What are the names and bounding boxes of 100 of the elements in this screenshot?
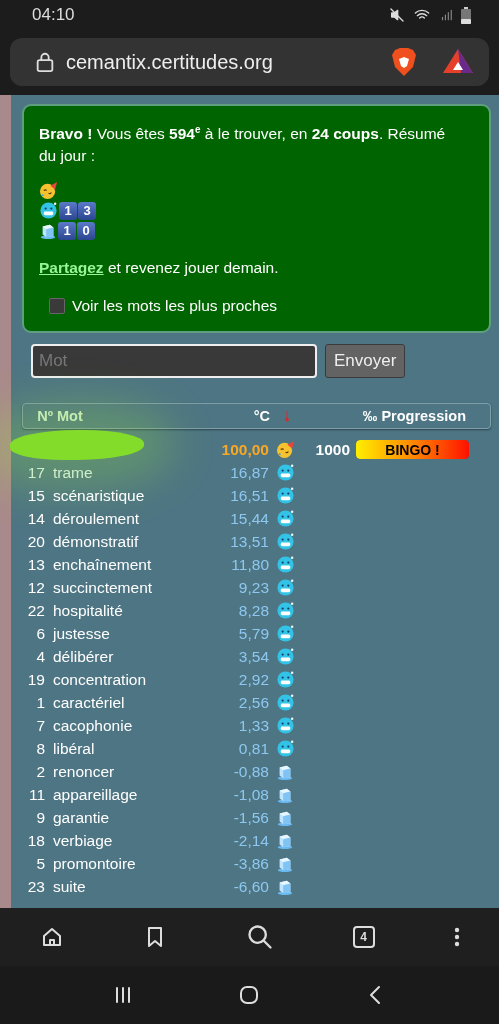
guess-word: cacophonie [53, 716, 134, 735]
guess-number: 23 [26, 877, 46, 896]
tabs-button[interactable]: 4 [352, 926, 375, 948]
guess-number: 1 [35, 693, 46, 712]
cold-face-icon [275, 716, 295, 735]
guess-word: promontoire [53, 854, 137, 873]
battery-icon [461, 6, 471, 24]
guess-number: 18 [26, 831, 46, 850]
temperature: -1,56 [232, 808, 269, 827]
guess-word: verbiage [53, 831, 114, 850]
temperature: -0,88 [232, 762, 269, 781]
column-header: Mot [57, 408, 84, 424]
guess-word: déroulement [53, 509, 141, 528]
temperature: 0,81 [237, 739, 269, 758]
guess-number: 20 [26, 532, 46, 551]
guess-number: 14 [26, 509, 46, 528]
temperature: 15,44 [229, 509, 269, 528]
word-input[interactable]: Mot [31, 344, 317, 378]
checkbox-label[interactable]: Voir les mots les plus proches [72, 295, 278, 317]
guess-word: caractériel [53, 693, 126, 712]
cold-face-icon [275, 509, 295, 528]
temperature: 16,87 [229, 463, 269, 482]
cold-face-icon [275, 555, 295, 574]
cold-face-icon [275, 532, 295, 551]
search-icon[interactable] [245, 923, 274, 951]
share-text: et revenez jouer demain. [106, 259, 279, 276]
party-face-icon [39, 181, 58, 200]
more-icon[interactable] [453, 927, 460, 947]
temperature: 2,92 [237, 670, 269, 689]
cold-face-icon [275, 670, 295, 689]
guess-number: 8 [35, 739, 46, 758]
guess-number: 15 [26, 486, 46, 505]
digit-key: 1 [58, 221, 76, 240]
guess-word: concentration [53, 670, 148, 689]
digit-key: 1 [59, 201, 77, 220]
cold-face-icon [275, 486, 295, 505]
temperature: 8,28 [237, 601, 269, 620]
guess-word: justesse [53, 624, 111, 643]
guess-word: appareillage [53, 785, 139, 804]
signal-icon [439, 7, 453, 23]
send-button[interactable]: Envoyer [325, 344, 406, 378]
digit-key: 0 [77, 221, 95, 240]
guess-word: démonstratif [53, 532, 140, 551]
guess-word: trame [53, 463, 94, 482]
guess-number: 22 [26, 601, 46, 620]
digit-key: 3 [78, 201, 96, 220]
temperature: -3,86 [232, 854, 269, 873]
temperature: 3,54 [237, 647, 269, 666]
temperature: 9,23 [237, 578, 269, 597]
temperature: -2,14 [232, 831, 269, 850]
guess-number: 4 [35, 647, 46, 666]
temperature: -1,08 [232, 785, 269, 804]
temperature: -6,60 [232, 877, 269, 896]
cold-face-icon [275, 624, 295, 643]
guess-word: garantie [53, 808, 110, 827]
temperature: 13,51 [229, 532, 269, 551]
lock-icon [34, 51, 56, 73]
guess-number: 12 [26, 578, 46, 597]
cold-face-icon [275, 647, 295, 666]
guess-word: hospitalité [53, 601, 124, 620]
clock: 04:10 [32, 5, 75, 25]
share-link[interactable]: Partagez [39, 259, 104, 276]
progress-value: 1000 [315, 440, 350, 459]
guess-number: 9 [35, 808, 46, 827]
column-header: ‰ Progression [361, 408, 467, 424]
temperature: 2,56 [237, 693, 269, 712]
guess-number: 6 [35, 624, 46, 643]
lion-shield-icon[interactable] [391, 47, 417, 77]
cold-face-icon [275, 578, 295, 597]
guess-number: 17 [26, 463, 46, 482]
column-header: °C [252, 408, 270, 424]
guess-number: 11 [27, 785, 46, 804]
guess-word: succinctement [53, 578, 154, 597]
guess-word: enchaînement [53, 555, 153, 574]
cold-face-icon [275, 463, 295, 482]
guess-word: scénaristique [53, 486, 146, 505]
column-header: Nº [36, 408, 54, 424]
party-face-icon [275, 440, 295, 459]
guess-number: 7 [35, 716, 46, 735]
guess-number: 5 [35, 854, 46, 873]
guess-number: 19 [26, 670, 46, 689]
temperature: 100,00 [220, 440, 269, 459]
temperature: 1,33 [237, 716, 269, 735]
temperature: 11,80 [230, 555, 269, 574]
cold-face-icon [275, 693, 295, 712]
cold-face-icon [275, 601, 295, 620]
temperature: 5,79 [237, 624, 269, 643]
checkbox[interactable] [49, 298, 65, 314]
mute-icon [389, 7, 405, 23]
guess-number: 2 [35, 762, 46, 781]
guess-word: renoncer [53, 762, 116, 781]
temperature: 16,51 [229, 486, 269, 505]
progress-label: BINGO ! [384, 440, 441, 459]
guess-number: 13 [26, 555, 46, 574]
guess-word: libéral [53, 739, 96, 758]
cold-face-icon [39, 201, 58, 220]
result-message: Bravo ! Vous êtes 594$^{e}$ à le trouver, en 24 coups. Résumé du jour : [39, 123, 447, 166]
guess-word: suite [53, 877, 87, 896]
guess-word: délibérer [53, 647, 115, 666]
cold-face-icon [275, 739, 295, 758]
